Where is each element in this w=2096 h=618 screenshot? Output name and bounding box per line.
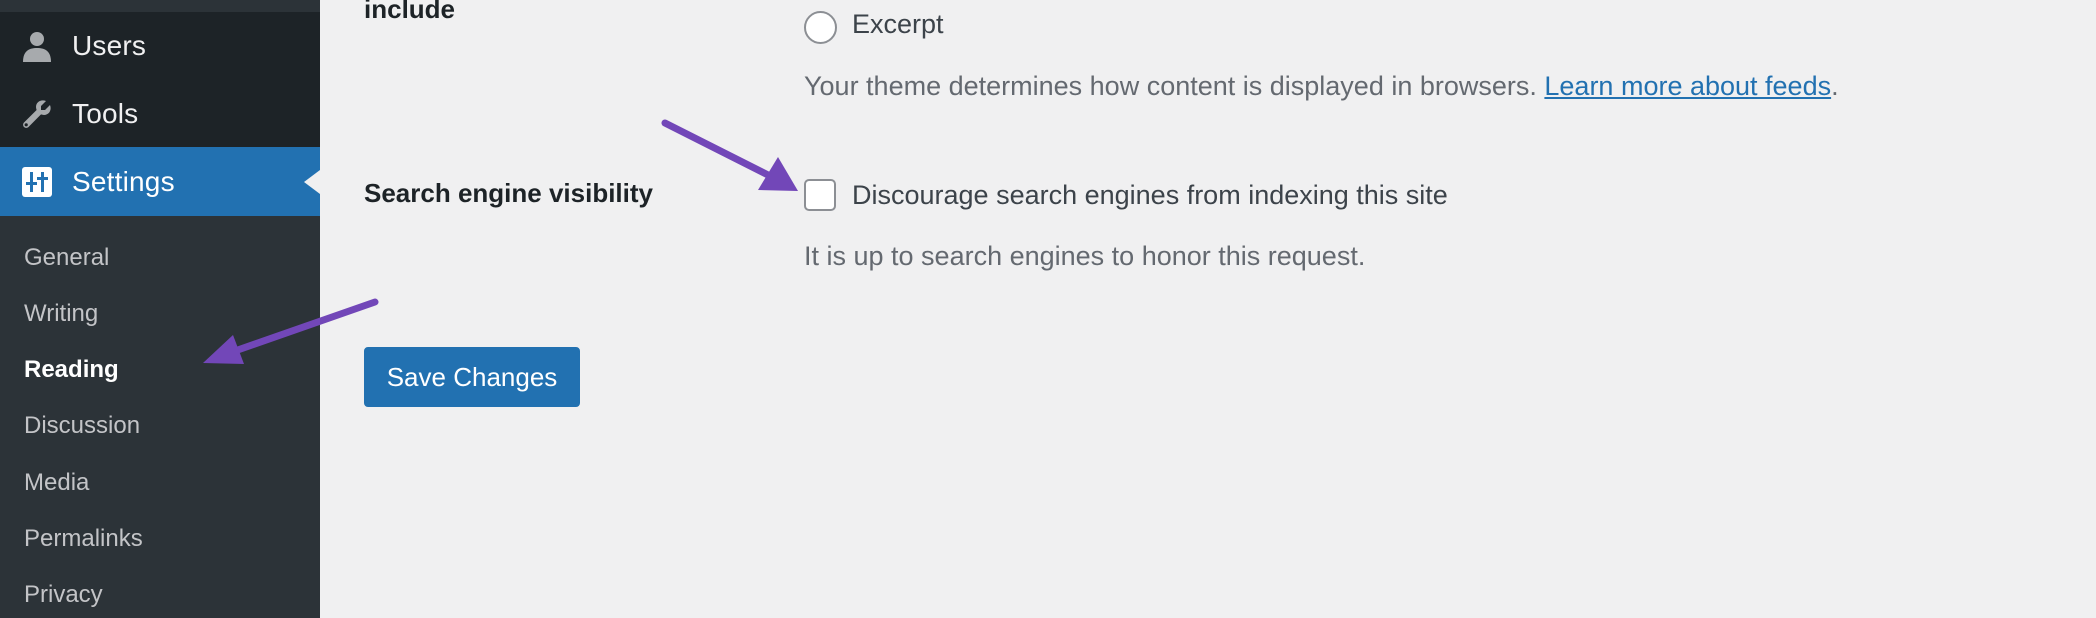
feed-setting-label: include [364,0,456,24]
submenu-general[interactable]: General [24,243,109,273]
feed-description: Your theme determines how content is dis… [804,71,1839,102]
submenu-reading[interactable]: Reading [24,355,119,385]
learn-more-feeds-link[interactable]: Learn more about feeds [1544,71,1831,101]
save-changes-button[interactable]: Save Changes [364,347,580,407]
wrench-icon [20,97,54,131]
submenu-media[interactable]: Media [24,468,89,498]
submenu-discussion[interactable]: Discussion [24,411,140,441]
sidebar-item-label: Tools [72,98,139,129]
admin-sidebar: Users Tools Settings General Writing Rea… [0,0,320,618]
submenu-privacy[interactable]: Privacy [24,580,103,610]
search-visibility-label: Search engine visibility [364,178,653,208]
discourage-search-checkbox[interactable] [804,179,836,211]
sidebar-item-users[interactable]: Users [0,12,320,80]
description-period: . [1831,71,1839,101]
submenu-permalinks[interactable]: Permalinks [24,524,143,554]
sidebar-item-label: Users [72,30,147,61]
sidebar-item-settings[interactable]: Settings [0,147,320,216]
feed-description-text: Your theme determines how content is dis… [804,71,1545,101]
settings-form: include Excerpt Your theme determines ho… [320,0,2096,618]
settings-sliders-icon [20,165,54,199]
user-icon [20,29,54,63]
discourage-search-label[interactable]: Discourage search engines from indexing … [852,180,1448,211]
sidebar-item-tools[interactable]: Tools [0,80,320,148]
submenu-writing[interactable]: Writing [24,299,98,329]
active-menu-pointer [304,170,320,194]
sidebar-item-label: Settings [72,165,175,197]
excerpt-radio[interactable] [804,11,837,44]
excerpt-radio-label[interactable]: Excerpt [852,9,944,40]
search-visibility-description: It is up to search engines to honor this… [804,241,1366,271]
